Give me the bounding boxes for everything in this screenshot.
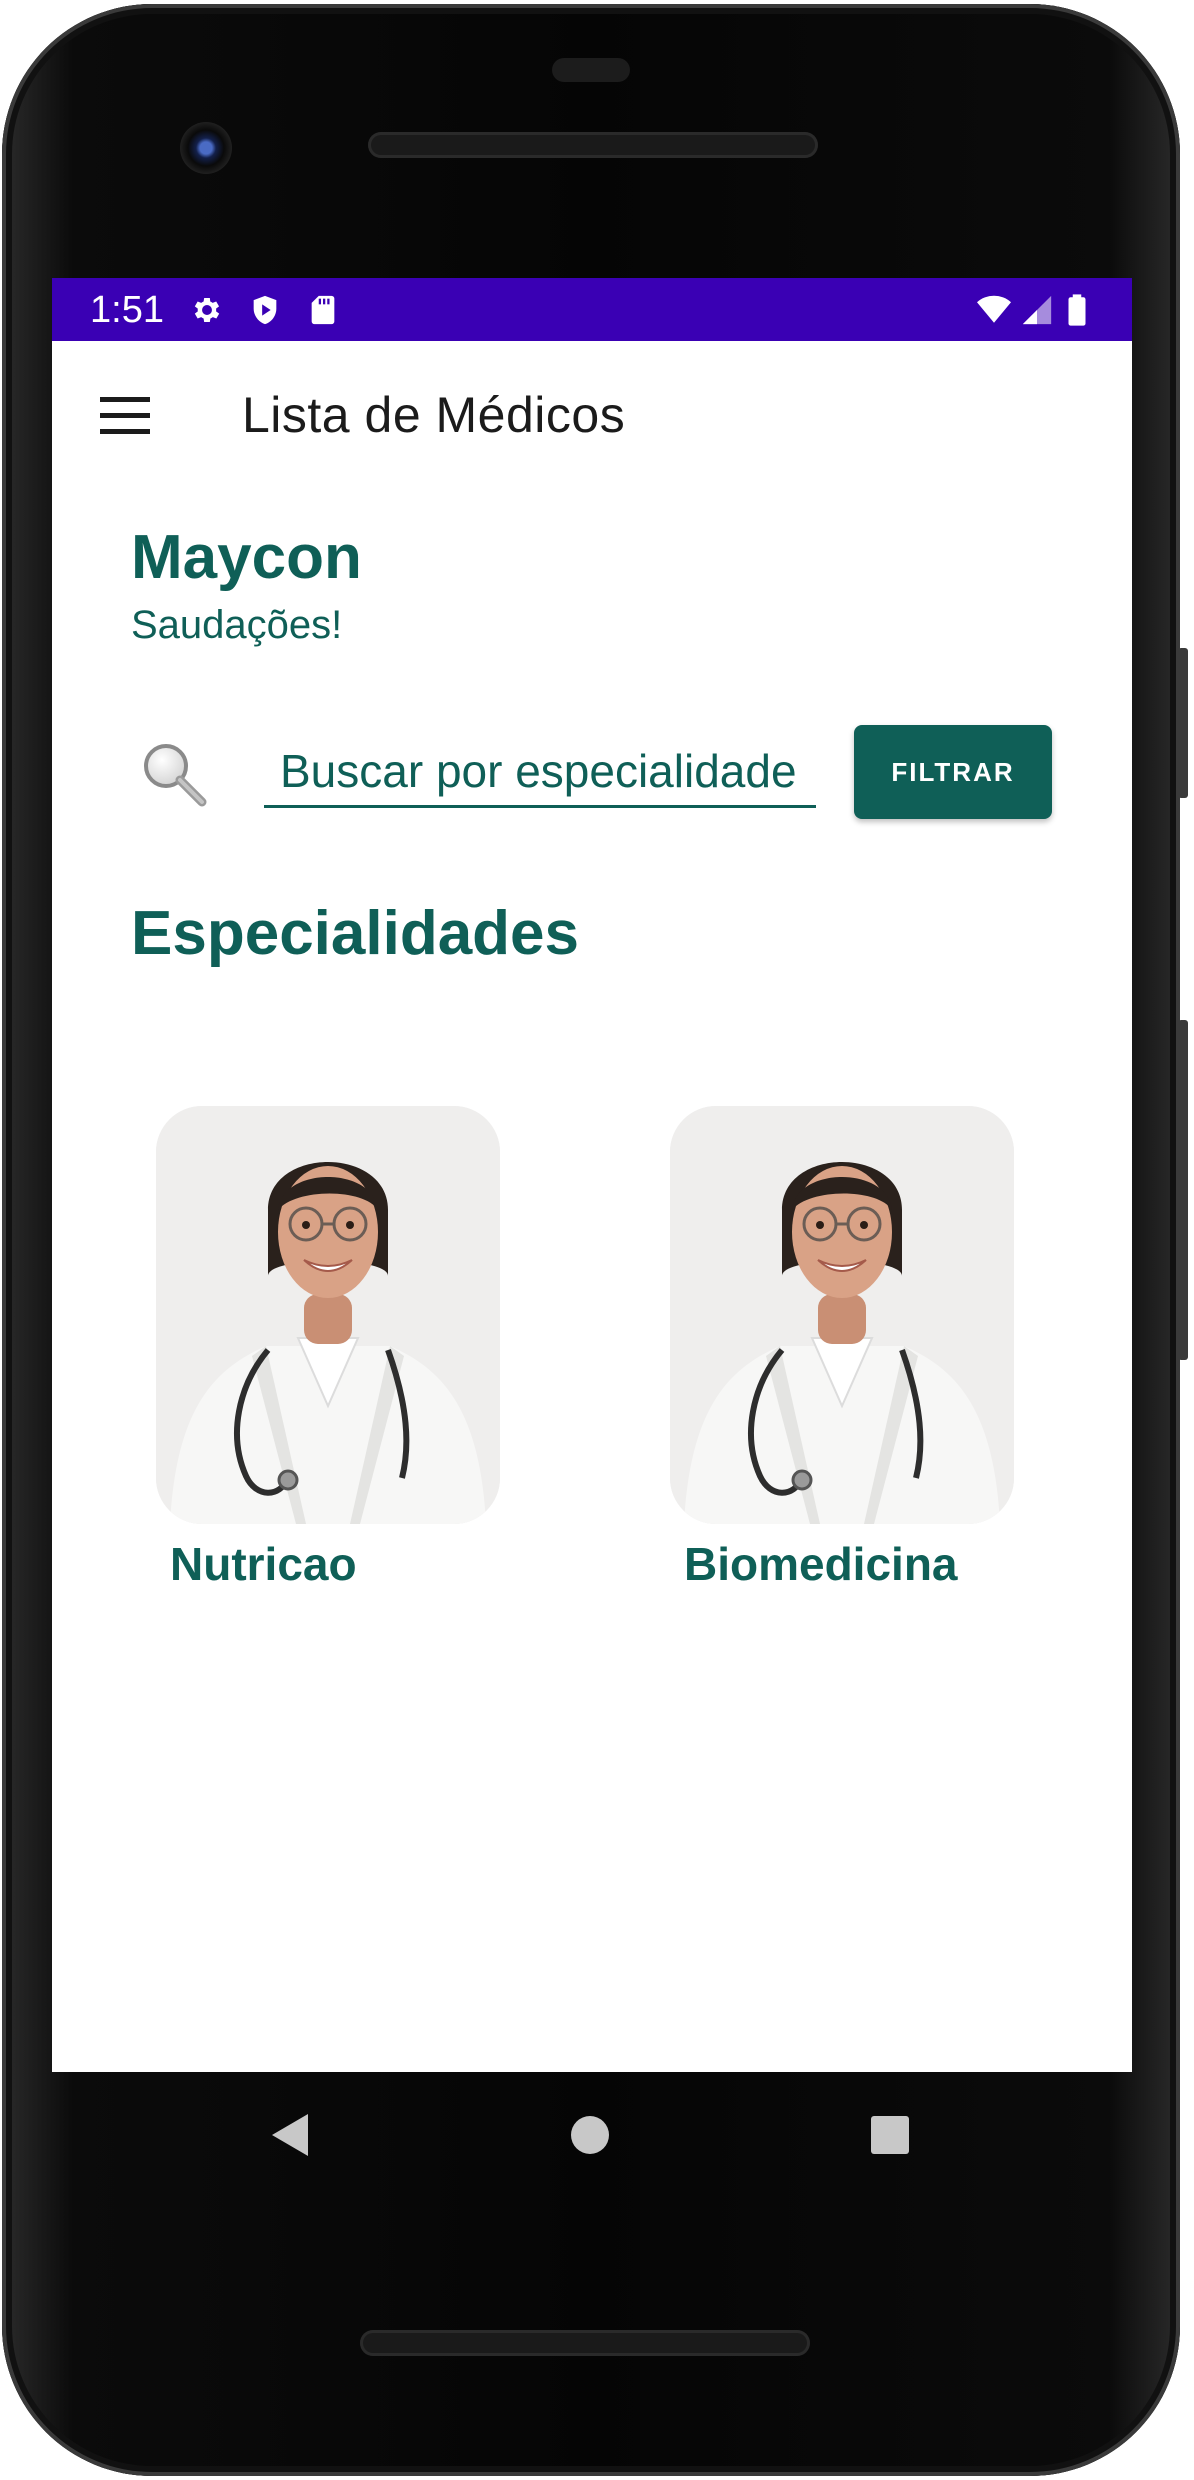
front-camera	[180, 122, 232, 174]
doctor-illustration	[156, 1106, 500, 1524]
status-bar: 1:51	[52, 278, 1132, 341]
top-sensor	[552, 58, 630, 82]
search-icon[interactable]	[140, 740, 210, 810]
back-icon[interactable]	[268, 2112, 312, 2158]
section-title: Especialidades	[131, 899, 580, 968]
settings-icon	[194, 297, 220, 323]
shield-icon	[253, 295, 277, 325]
doctor-photo	[670, 1106, 1014, 1524]
bottom-speaker	[360, 2330, 810, 2356]
wifi-icon	[977, 295, 1011, 323]
user-name: Maycon	[131, 523, 362, 592]
doctor-photo	[156, 1106, 500, 1524]
device-frame: 1:51 Lista de Médicos Maycon Saudações! …	[0, 0, 1194, 2480]
specialty-label: Biomedicina	[684, 1538, 958, 1590]
earpiece-speaker	[368, 132, 818, 158]
hamburger-menu-icon[interactable]	[98, 391, 154, 441]
volume-button	[1178, 1020, 1188, 1360]
app-screen: 1:51 Lista de Médicos Maycon Saudações! …	[52, 278, 1132, 2072]
battery-icon	[1068, 294, 1086, 326]
signal-icon	[1022, 295, 1052, 325]
recents-icon[interactable]	[870, 2115, 910, 2155]
sd-card-icon	[311, 295, 335, 325]
search-input[interactable]	[264, 736, 816, 808]
filter-button[interactable]: FILTRAR	[854, 725, 1052, 819]
status-time: 1:51	[90, 289, 164, 331]
system-navigation-bar	[0, 2072, 1194, 2192]
power-button	[1178, 648, 1188, 798]
home-icon[interactable]	[570, 2115, 610, 2155]
specialty-label: Nutricao	[170, 1538, 357, 1590]
doctor-illustration	[670, 1106, 1014, 1524]
greeting-text: Saudações!	[131, 603, 343, 647]
app-bar: Lista de Médicos	[52, 341, 1132, 491]
page-title: Lista de Médicos	[242, 387, 626, 443]
